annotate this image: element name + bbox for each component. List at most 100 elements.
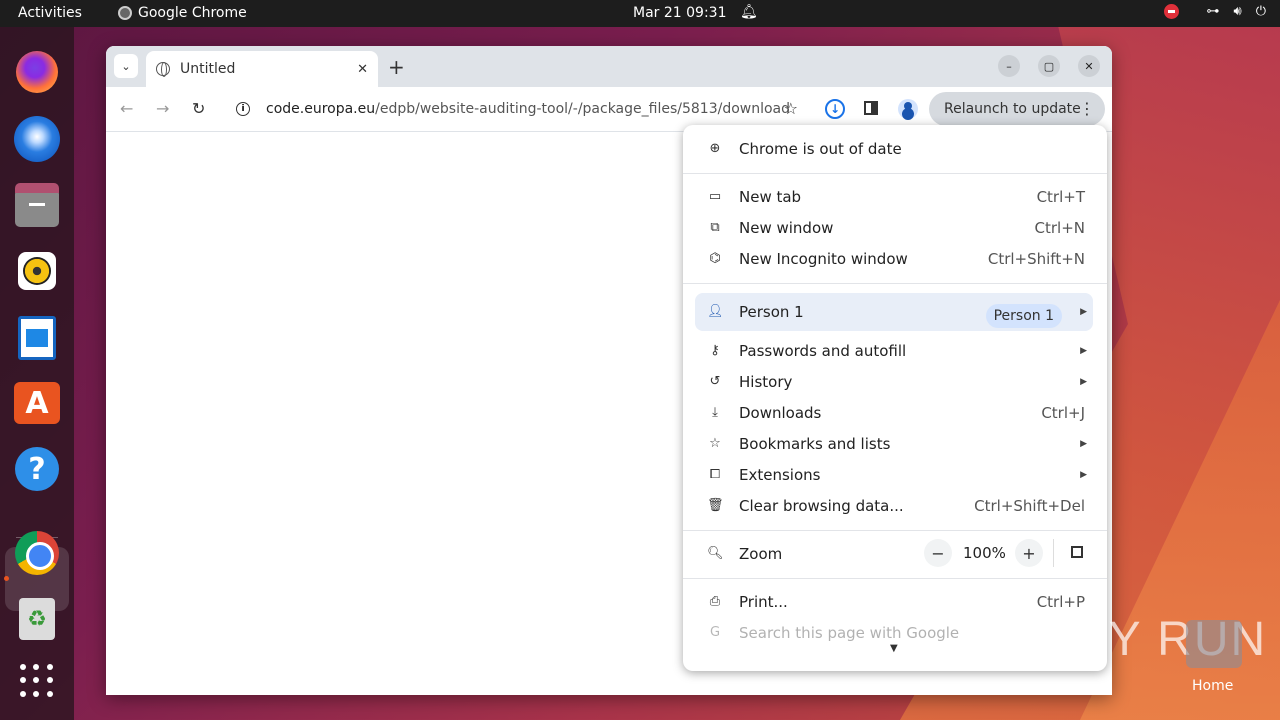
reload-icon[interactable]: ↻ bbox=[192, 99, 205, 118]
printer-icon: ⎙ bbox=[709, 594, 721, 609]
menu-divider bbox=[683, 173, 1107, 174]
show-apps-icon[interactable] bbox=[13, 657, 61, 705]
menu-divider bbox=[683, 283, 1107, 284]
url-domain: code.europa.eu bbox=[266, 101, 376, 117]
chrome-dock-icon[interactable] bbox=[13, 529, 61, 577]
volume-icon[interactable]: 🔊︎ bbox=[1234, 4, 1242, 19]
forward-icon[interactable]: → bbox=[156, 99, 169, 118]
do-not-disturb-icon[interactable] bbox=[1163, 4, 1179, 19]
chrome-menu: ⊕ Chrome is out of date ▭ New tab Ctrl+T… bbox=[683, 125, 1107, 671]
menu-shortcut: Ctrl+P bbox=[1036, 592, 1085, 611]
address-bar[interactable]: i code.europa.eu/edpb/website-auditing-t… bbox=[226, 93, 808, 125]
menu-label: Passwords and autofill bbox=[739, 341, 907, 360]
menu-label: Clear browsing data... bbox=[739, 496, 904, 515]
menu-label: Downloads bbox=[739, 403, 822, 422]
bell-icon[interactable]: 🔔︎ bbox=[740, 4, 758, 20]
app-name: Google Chrome bbox=[138, 5, 247, 21]
relaunch-button[interactable]: Relaunch to update ⋮ bbox=[929, 92, 1105, 126]
close-tab-icon[interactable]: ✕ bbox=[357, 62, 368, 77]
menu-label: New tab bbox=[739, 187, 802, 206]
new-tab-icon: ▭ bbox=[708, 189, 722, 204]
home-folder-icon[interactable] bbox=[1186, 620, 1242, 668]
activities-button[interactable]: Activities bbox=[18, 5, 82, 21]
system-tray[interactable]: ⊶ 🔊︎ ⏻ bbox=[1163, 4, 1266, 19]
bookmark-star-icon[interactable]: ☆ bbox=[784, 99, 798, 118]
zoom-out-button[interactable]: − bbox=[924, 539, 952, 567]
menu-item-bookmarks[interactable]: ☆ Bookmarks and lists ▶ bbox=[683, 428, 1107, 459]
menu-shortcut: Ctrl+Shift+N bbox=[987, 249, 1085, 268]
menu-item-out-of-date[interactable]: ⊕ Chrome is out of date bbox=[683, 133, 1107, 164]
network-icon[interactable]: ⊶ bbox=[1207, 4, 1220, 19]
menu-label: Zoom bbox=[739, 544, 783, 563]
minimize-button[interactable]: – bbox=[998, 55, 1020, 77]
google-icon: G bbox=[709, 625, 721, 640]
running-indicator bbox=[4, 576, 9, 581]
firefox-icon[interactable] bbox=[13, 48, 61, 96]
menu-shortcut: Ctrl+J bbox=[1041, 403, 1085, 422]
menu-item-history[interactable]: ↺ History ▶ bbox=[683, 366, 1107, 397]
thunderbird-icon[interactable] bbox=[13, 115, 61, 163]
fullscreen-icon[interactable] bbox=[1071, 546, 1083, 558]
submenu-arrow-icon: ▶ bbox=[1080, 345, 1087, 356]
download-icon: ⤓ bbox=[712, 405, 718, 420]
menu-divider bbox=[683, 578, 1107, 579]
trash-can-icon: 🗑︎ bbox=[707, 498, 724, 513]
key-icon: ⚷ bbox=[710, 343, 720, 358]
submenu-arrow-icon: ▶ bbox=[1080, 376, 1087, 387]
home-label: Home bbox=[1192, 678, 1234, 694]
menu-divider bbox=[683, 530, 1107, 531]
back-icon[interactable]: ← bbox=[120, 99, 133, 118]
menu-shortcut: Ctrl+N bbox=[1034, 218, 1085, 237]
downloads-icon[interactable]: ↓ bbox=[825, 99, 845, 119]
app-menu[interactable]: Google Chrome bbox=[118, 5, 247, 21]
new-tab-button[interactable]: + bbox=[388, 55, 405, 79]
rhythmbox-icon[interactable] bbox=[13, 247, 61, 295]
scroll-down-arrow-icon[interactable]: ▼ bbox=[890, 643, 898, 654]
person-icon: 👤︎ bbox=[707, 304, 724, 319]
zoom-icon: 🔍︎ bbox=[707, 546, 724, 561]
menu-item-downloads[interactable]: ⤓ Downloads Ctrl+J bbox=[683, 397, 1107, 428]
menu-item-new-tab[interactable]: ▭ New tab Ctrl+T bbox=[683, 181, 1107, 212]
profile-badge: Person 1 bbox=[985, 304, 1062, 328]
tab-search-button[interactable]: ⌄ bbox=[114, 54, 138, 78]
tab-untitled[interactable]: Untitled ✕ bbox=[146, 51, 378, 87]
menu-item-zoom: 🔍︎ Zoom bbox=[683, 538, 1107, 569]
menu-item-extensions[interactable]: ⧠ Extensions ▶ bbox=[683, 459, 1107, 490]
libreoffice-writer-icon[interactable] bbox=[13, 314, 61, 362]
files-icon[interactable] bbox=[13, 183, 61, 232]
side-panel-icon[interactable] bbox=[864, 101, 878, 115]
app-center-icon[interactable]: A bbox=[13, 379, 61, 427]
clock[interactable]: Mar 21 09:31 bbox=[633, 5, 726, 21]
menu-label: Person 1 bbox=[739, 302, 804, 321]
menu-item-passwords[interactable]: ⚷ Passwords and autofill ▶ bbox=[683, 335, 1107, 366]
menu-item-new-window[interactable]: ⧉ New window Ctrl+N bbox=[683, 212, 1107, 243]
site-info-icon[interactable]: i bbox=[236, 102, 250, 116]
trash-icon[interactable]: ♻ bbox=[13, 595, 61, 643]
menu-label: Chrome is out of date bbox=[739, 139, 902, 158]
zoom-divider bbox=[1053, 539, 1054, 567]
tab-strip: ⌄ Untitled ✕ + – ▢ ✕ bbox=[106, 46, 1112, 87]
zoom-in-button[interactable]: + bbox=[1015, 539, 1043, 567]
history-icon: ↺ bbox=[709, 374, 721, 389]
menu-label: Search this page with Google bbox=[739, 623, 960, 642]
close-window-button[interactable]: ✕ bbox=[1078, 55, 1100, 77]
url-path: /edpb/website-auditing-tool/-/package_fi… bbox=[375, 101, 791, 117]
top-bar: Activities Google Chrome Mar 21 09:31 🔔︎… bbox=[0, 0, 1280, 27]
menu-label: Bookmarks and lists bbox=[739, 434, 891, 453]
person-row-content[interactable]: 👤︎ Person 1 Person 1 ▶ bbox=[683, 296, 1107, 328]
menu-label: New Incognito window bbox=[739, 249, 908, 268]
power-icon[interactable]: ⏻ bbox=[1256, 4, 1266, 19]
menu-label: History bbox=[739, 372, 793, 391]
menu-item-new-incognito[interactable]: ⌬ New Incognito window Ctrl+Shift+N bbox=[683, 243, 1107, 274]
menu-item-clear-data[interactable]: 🗑︎ Clear browsing data... Ctrl+Shift+Del bbox=[683, 490, 1107, 521]
globe-icon bbox=[156, 62, 170, 77]
menu-dots-icon[interactable]: ⋮ bbox=[1079, 99, 1095, 118]
help-icon[interactable]: ? bbox=[13, 445, 61, 493]
menu-label: New window bbox=[739, 218, 834, 237]
maximize-button[interactable]: ▢ bbox=[1038, 55, 1060, 77]
new-window-icon: ⧉ bbox=[710, 220, 720, 235]
menu-shortcut: Ctrl+T bbox=[1036, 187, 1085, 206]
url-text[interactable]: code.europa.eu/edpb/website-auditing-too… bbox=[266, 101, 790, 117]
profile-icon[interactable] bbox=[898, 99, 918, 119]
menu-label: Print... bbox=[739, 592, 788, 611]
